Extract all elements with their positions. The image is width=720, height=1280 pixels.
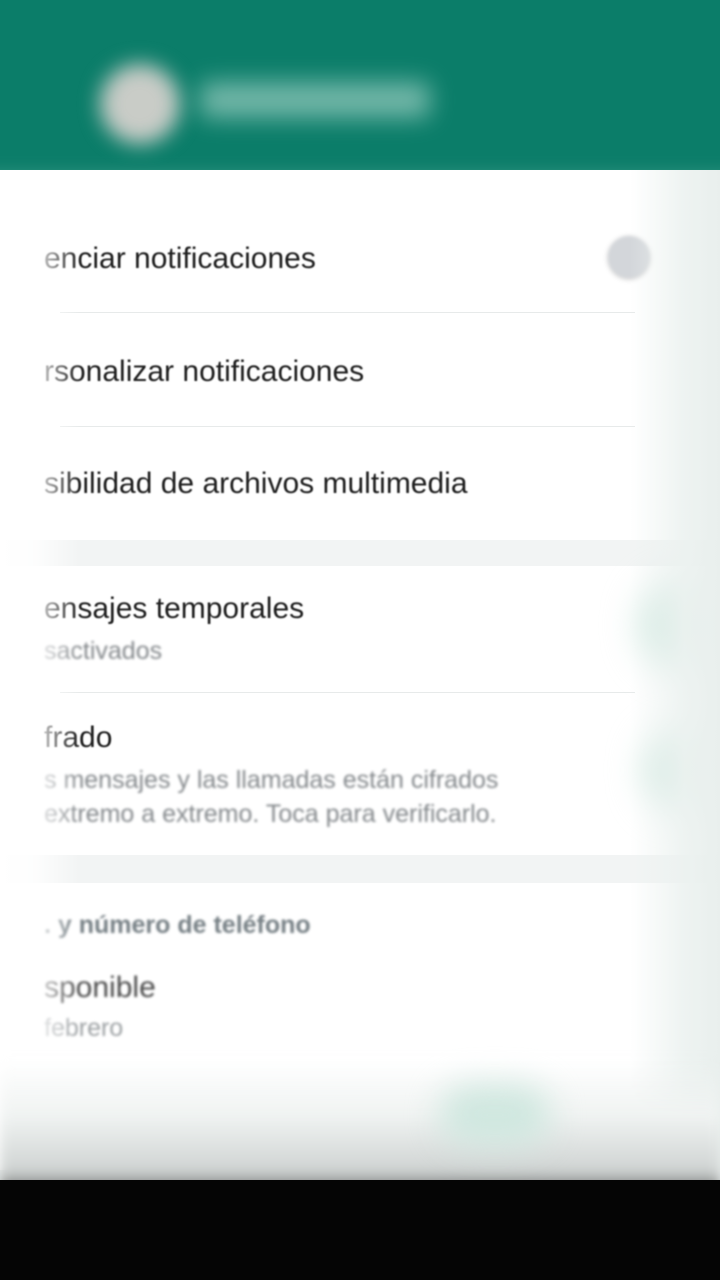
encryption-label: frado	[44, 721, 113, 754]
section-gap	[0, 540, 720, 566]
toggle-switch-icon[interactable]	[608, 236, 650, 278]
disappearing-messages-label: ensajes temporales	[44, 592, 305, 625]
custom-notifications-label: rsonalizar notificaciones	[44, 355, 365, 388]
blurred-icon	[640, 580, 720, 670]
custom-notifications-row[interactable]: rsonalizar notificaciones	[0, 313, 640, 426]
encryption-row[interactable]: frado s mensajes y las llamadas están ci…	[0, 693, 640, 855]
section-header: . y número de teléfono	[44, 911, 311, 939]
navigation-bar	[0, 1180, 720, 1280]
about-section: . y número de teléfono sponible febrero	[0, 883, 640, 1073]
encryption-description-line1: s mensajes y las llamadas están cifrados	[44, 766, 499, 794]
about-status-label[interactable]: sponible	[44, 971, 156, 1005]
blurred-icon	[645, 730, 720, 810]
disappearing-messages-row[interactable]: ensajes temporales sactivados	[0, 566, 640, 692]
media-visibility-row[interactable]: sibilidad de archivos multimedia	[0, 427, 640, 539]
avatar[interactable]	[100, 64, 180, 144]
about-status-date: febrero	[44, 1014, 124, 1042]
encryption-description-line2: extremo a extremo. Toca para verificarlo…	[44, 800, 497, 828]
mute-notifications-label: enciar notificaciones	[44, 242, 316, 275]
chat-info-screen: enciar notificaciones rsonalizar notific…	[0, 0, 720, 1280]
media-visibility-label: sibilidad de archivos multimedia	[44, 467, 468, 500]
section-gap	[0, 855, 720, 883]
blurred-button	[440, 1085, 550, 1145]
mute-notifications-row[interactable]: enciar notificaciones	[0, 170, 640, 313]
contact-name	[200, 82, 430, 118]
disappearing-messages-status: sactivados	[44, 637, 163, 665]
bottom-blur	[0, 1060, 720, 1200]
